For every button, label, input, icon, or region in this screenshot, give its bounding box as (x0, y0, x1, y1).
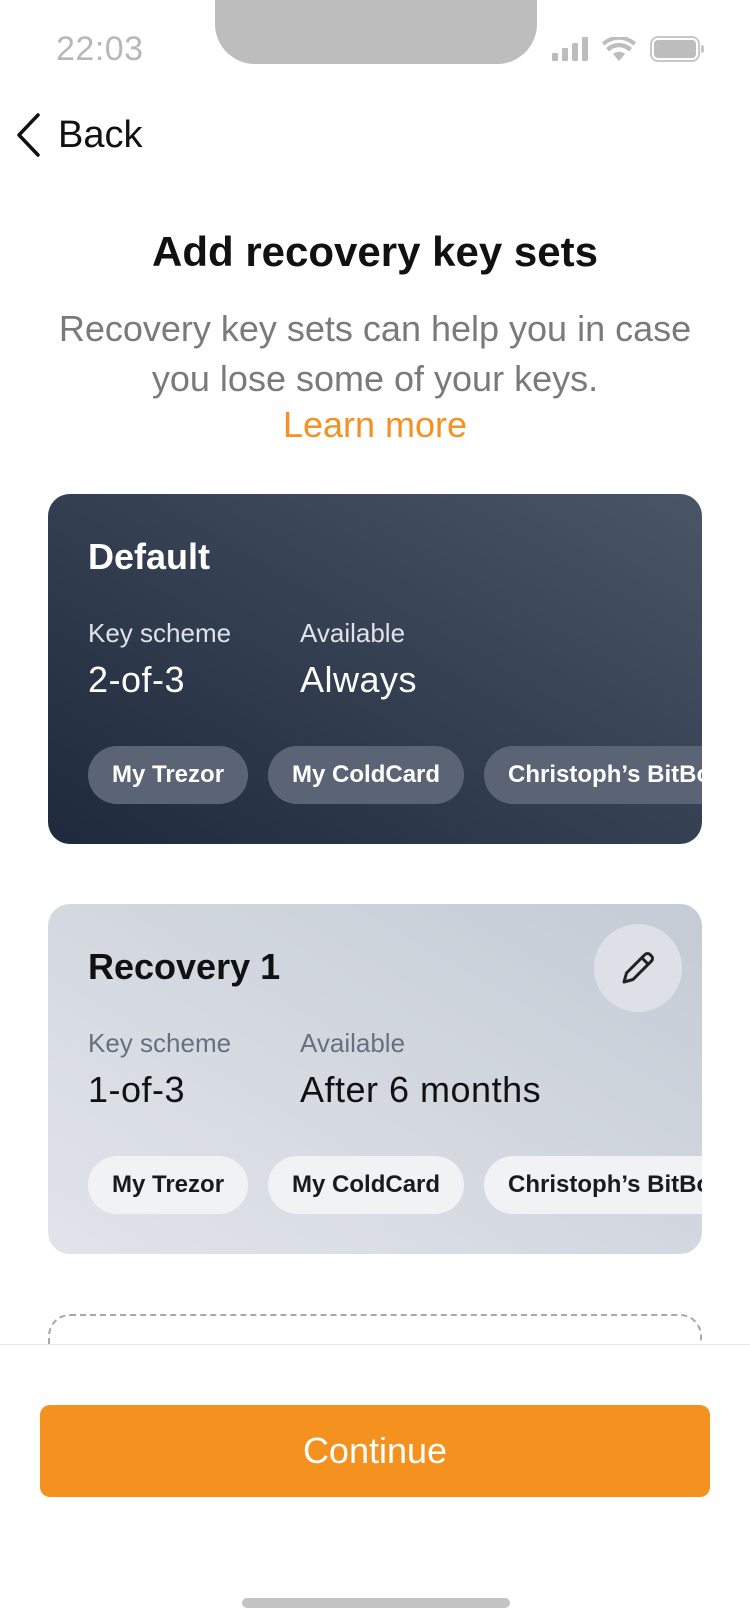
back-button[interactable]: Back (14, 112, 142, 158)
key-scheme-value: 1-of-3 (88, 1069, 186, 1110)
key-set-title: Recovery 1 (88, 946, 281, 987)
edit-key-set-button[interactable] (594, 924, 682, 1012)
key-chip[interactable]: My Trezor (88, 1156, 249, 1214)
availability-label: Available (300, 618, 406, 648)
key-chip-list: My Trezor My ColdCard Christoph’s BitBox (88, 746, 702, 804)
back-label: Back (58, 113, 143, 156)
key-chip[interactable]: Christoph’s BitBox (484, 746, 702, 804)
key-scheme-field: Key scheme 1-of-3 (88, 1028, 231, 1111)
key-scheme-field: Key scheme 2-of-3 (88, 618, 231, 701)
key-chip-list: My Trezor My ColdCard Christoph’s BitBox (88, 1156, 702, 1214)
key-chip[interactable]: My ColdCard (268, 1156, 465, 1214)
key-set-card-recovery[interactable]: Recovery 1 Key scheme 1-of-3 Available A… (48, 904, 702, 1254)
availability-field: Available After 6 months (300, 1028, 541, 1111)
key-scheme-value: 2-of-3 (88, 659, 186, 700)
learn-more-link[interactable]: Learn more (0, 404, 750, 446)
bottom-action-bar: Continue (0, 1344, 750, 1624)
wifi-icon (602, 37, 636, 61)
chevron-left-icon (17, 113, 40, 157)
key-set-title: Default (88, 536, 211, 577)
continue-button[interactable]: Continue (40, 1405, 710, 1497)
availability-field: Available Always (300, 618, 417, 701)
page-title: Add recovery key sets (152, 228, 598, 275)
availability-value: Always (300, 659, 418, 700)
key-set-card-default[interactable]: Default Key scheme 2-of-3 Available Alwa… (48, 494, 702, 844)
availability-label: Available (300, 1028, 406, 1058)
pencil-icon (622, 951, 655, 984)
key-chip[interactable]: My ColdCard (268, 746, 465, 804)
key-chip[interactable]: My Trezor (88, 746, 249, 804)
status-bar: 22:03 (0, 0, 750, 100)
key-chip[interactable]: Christoph’s BitBox (484, 1156, 702, 1214)
availability-value: After 6 months (300, 1069, 542, 1110)
status-icons (552, 36, 704, 62)
page-subtitle: Recovery key sets can help you in case y… (58, 308, 692, 399)
key-scheme-label: Key scheme (88, 1028, 232, 1058)
home-indicator (242, 1598, 510, 1608)
battery-icon (650, 36, 704, 62)
device-notch (215, 0, 537, 64)
status-time: 22:03 (56, 30, 144, 68)
key-scheme-label: Key scheme (88, 618, 232, 648)
cellular-signal-icon (552, 37, 588, 61)
